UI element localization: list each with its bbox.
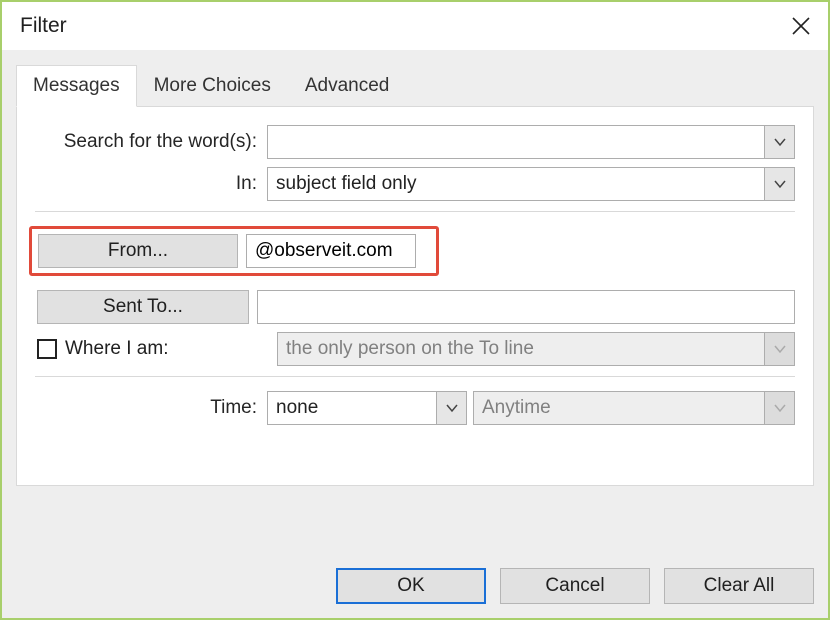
cancel-button-label: Cancel: [545, 575, 604, 597]
time-row: Time: none Anytime: [35, 391, 795, 425]
sent-to-row: Sent To...: [37, 290, 795, 324]
chevron-down-icon: [773, 135, 787, 149]
time-range-dropdown-button: [764, 392, 794, 424]
time-condition-value: none: [268, 392, 436, 424]
from-row: From...: [35, 226, 795, 282]
cancel-button[interactable]: Cancel: [500, 568, 650, 604]
tab-advanced[interactable]: Advanced: [288, 64, 407, 106]
sent-to-button-label: Sent To...: [103, 296, 183, 318]
sent-to-button[interactable]: Sent To...: [37, 290, 249, 324]
time-condition-combo[interactable]: none: [267, 391, 467, 425]
where-row: Where I am: the only person on the To li…: [35, 332, 795, 366]
separator: [35, 211, 795, 212]
sent-to-input[interactable]: [257, 290, 795, 324]
in-value: subject field only: [268, 168, 764, 200]
tab-label: Messages: [33, 75, 120, 97]
tab-label: Advanced: [305, 75, 390, 97]
dialog-footer: OK Cancel Clear All: [16, 568, 814, 604]
where-combo: the only person on the To line: [277, 332, 795, 366]
in-label: In:: [35, 173, 267, 195]
in-combo[interactable]: subject field only: [267, 167, 795, 201]
close-icon: [791, 16, 811, 36]
search-label: Search for the word(s):: [35, 131, 267, 153]
in-row: In: subject field only: [35, 167, 795, 201]
clear-all-button-label: Clear All: [704, 575, 775, 597]
where-label: Where I am:: [65, 338, 168, 360]
separator: [35, 376, 795, 377]
time-condition-dropdown-button[interactable]: [436, 392, 466, 424]
from-highlight: From...: [29, 226, 439, 276]
chevron-down-icon: [773, 177, 787, 191]
time-range-combo: Anytime: [473, 391, 795, 425]
time-range-value: Anytime: [474, 392, 764, 424]
chevron-down-icon: [773, 401, 787, 415]
where-dropdown-button: [764, 333, 794, 365]
where-checkbox[interactable]: [37, 339, 57, 359]
from-button-label: From...: [108, 240, 168, 262]
client-area: Messages More Choices Advanced Search fo…: [2, 50, 828, 618]
search-input[interactable]: [268, 126, 764, 158]
where-label-group: Where I am:: [35, 338, 267, 360]
from-button[interactable]: From...: [38, 234, 238, 268]
tabstrip: Messages More Choices Advanced: [16, 64, 814, 106]
titlebar: Filter: [2, 2, 828, 50]
search-combo[interactable]: [267, 125, 795, 159]
chevron-down-icon: [445, 401, 459, 415]
search-row: Search for the word(s):: [35, 125, 795, 159]
window-title: Filter: [20, 14, 788, 38]
tab-more-choices[interactable]: More Choices: [137, 64, 288, 106]
messages-panel: Search for the word(s): In: subject fiel…: [16, 106, 814, 486]
chevron-down-icon: [773, 342, 787, 356]
filter-dialog: Filter Messages More Choices Advanced Se…: [0, 0, 830, 620]
clear-all-button[interactable]: Clear All: [664, 568, 814, 604]
where-value: the only person on the To line: [278, 333, 764, 365]
from-input[interactable]: [246, 234, 416, 268]
close-button[interactable]: [788, 13, 814, 39]
time-label: Time:: [35, 397, 267, 419]
tab-messages[interactable]: Messages: [16, 65, 137, 107]
ok-button-label: OK: [397, 575, 424, 597]
tab-label: More Choices: [154, 75, 271, 97]
in-dropdown-button[interactable]: [764, 168, 794, 200]
ok-button[interactable]: OK: [336, 568, 486, 604]
search-dropdown-button[interactable]: [764, 126, 794, 158]
